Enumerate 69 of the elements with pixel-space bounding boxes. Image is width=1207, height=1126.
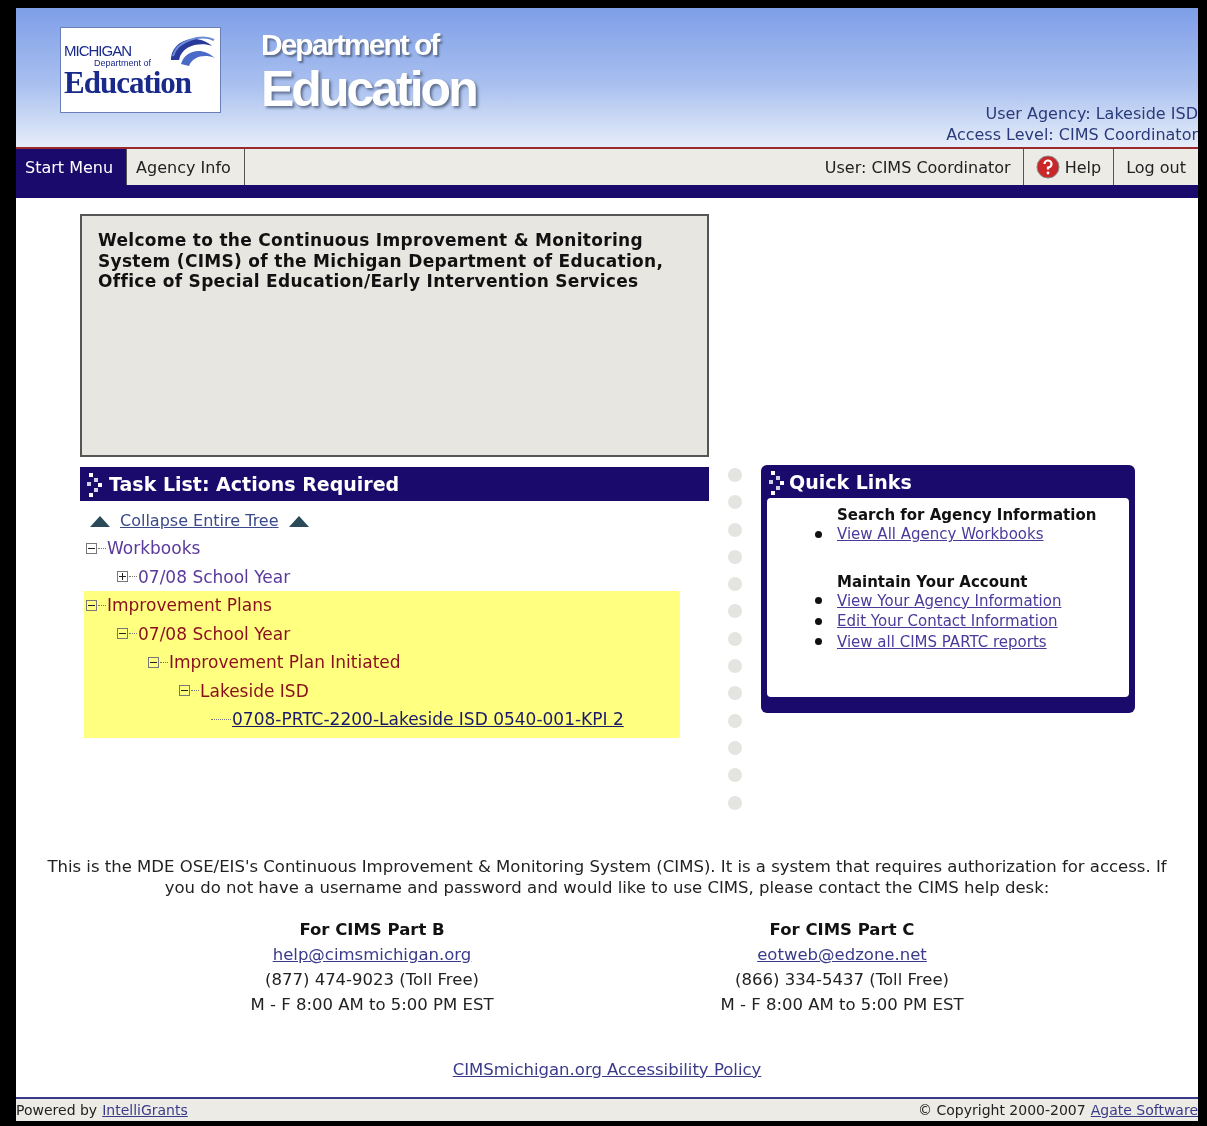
help-button[interactable]: Help — [1022, 149, 1114, 185]
plan-link[interactable]: 0708-PRTC-2200-Lakeside ISD 0540-001-KPI 2 — [232, 709, 624, 730]
collapse-arrow-icon — [90, 514, 110, 527]
divider-dot — [728, 468, 742, 482]
task-list-title: Task List: Actions Required — [109, 473, 400, 495]
collapse-arrow-icon — [288, 514, 309, 527]
collapse-icon[interactable] — [148, 656, 159, 668]
divider-dot — [728, 522, 742, 537]
email-link[interactable]: eotweb@edzone.net — [757, 945, 927, 964]
user-agency: User Agency: Lakeside ISD — [985, 103, 1198, 124]
collapse-icon[interactable] — [117, 628, 128, 640]
bullet-icon — [815, 530, 822, 538]
agate-link[interactable]: Agate Software — [1090, 1102, 1198, 1118]
email-link[interactable]: help@cimsmichigan.org — [272, 945, 472, 964]
divider-dot — [728, 768, 742, 783]
nav-tab[interactable]: Start Menu — [16, 149, 128, 185]
accessibility-link[interactable]: CIMSmichigan.org Accessibility Policy — [452, 1060, 762, 1079]
quick-links-heading: Maintain Your Account — [837, 572, 1029, 591]
expand-icon[interactable] — [117, 571, 128, 583]
contact-phone: (877) 474-9023 (Toll Free) — [265, 970, 479, 989]
quick-link[interactable]: View All Agency Workbooks — [837, 525, 1044, 544]
divider-dot — [728, 713, 742, 728]
tree-node[interactable]: 07/08 School Year — [138, 566, 291, 587]
tree-node[interactable]: Workbooks — [107, 538, 201, 559]
tree-node[interactable]: Improvement Plans — [107, 595, 272, 616]
tree-node[interactable]: Lakeside ISD — [200, 680, 309, 701]
quick-link[interactable]: Edit Your Contact Information — [837, 612, 1058, 631]
collapse-icon[interactable] — [179, 685, 190, 697]
divider-dot — [728, 659, 742, 674]
collapse-icon[interactable] — [86, 542, 97, 554]
site-title: Department of — [261, 28, 440, 62]
logo-text: MICHIGAN — [64, 42, 132, 59]
current-user: User: CIMS Coordinator — [823, 157, 1012, 177]
contact-title: For CIMS Part B — [299, 920, 445, 939]
bullet-icon — [815, 597, 822, 605]
powered-by: Powered by — [16, 1102, 98, 1118]
quick-link[interactable]: View Your Agency Information — [837, 591, 1062, 610]
bullet-icon — [815, 617, 822, 625]
help-icon — [1035, 155, 1060, 179]
collapse-icon[interactable] — [86, 599, 97, 611]
divider-dot — [728, 686, 742, 701]
tree-node[interactable]: Improvement Plan Initiated — [169, 652, 401, 673]
quick-link[interactable]: View all CIMS PARTC reports — [837, 632, 1047, 651]
quick-links-heading: Search for Agency Information — [837, 506, 1098, 524]
divider-dot — [728, 631, 742, 646]
logout-button[interactable]: Log out — [1113, 149, 1198, 185]
contact-title: For CIMS Part C — [769, 920, 915, 939]
divider-dot — [728, 740, 742, 755]
logo-text: Education — [64, 68, 193, 98]
logo-text: Department of — [94, 59, 153, 68]
welcome-message: Welcome to the Continuous Improvement & Monitoring System (CIMS) of the Michigan Department of Education, Office of Special Education/Early Intervention Services — [80, 214, 709, 457]
divider-dot — [728, 495, 742, 510]
contact-hours: M - F 8:00 AM to 5:00 PM EST — [720, 995, 964, 1014]
divider-dot — [728, 604, 742, 619]
site-title: Education — [261, 62, 476, 116]
divider-dot — [728, 549, 742, 564]
collapse-tree-link[interactable]: Collapse Entire Tree — [120, 511, 279, 530]
quick-links-title: Quick Links — [789, 470, 912, 493]
system-notice: This is the MDE OSE/EIS's Continuous Improvement & Monitoring System (CIMS). It is a system that requires authorization for access. If you do not have a username and password and would like to use CIMS, please contact the CIMS help desk: — [46, 856, 1168, 898]
intelligrants-link[interactable]: IntelliGrants — [102, 1102, 188, 1118]
contact-hours: M - F 8:00 AM to 5:00 PM EST — [250, 995, 494, 1014]
copyright: © Copyright 2000-2007 — [918, 1102, 1086, 1118]
access-level: Access Level: CIMS Coordinator — [946, 124, 1198, 145]
bullet-icon — [815, 638, 822, 646]
contact-phone: (866) 334-5437 (Toll Free) — [735, 970, 949, 989]
chevron-icon — [85, 470, 103, 498]
divider-dot — [728, 577, 742, 592]
divider-dot — [728, 795, 742, 810]
tree-node[interactable]: 07/08 School Year — [138, 623, 291, 644]
